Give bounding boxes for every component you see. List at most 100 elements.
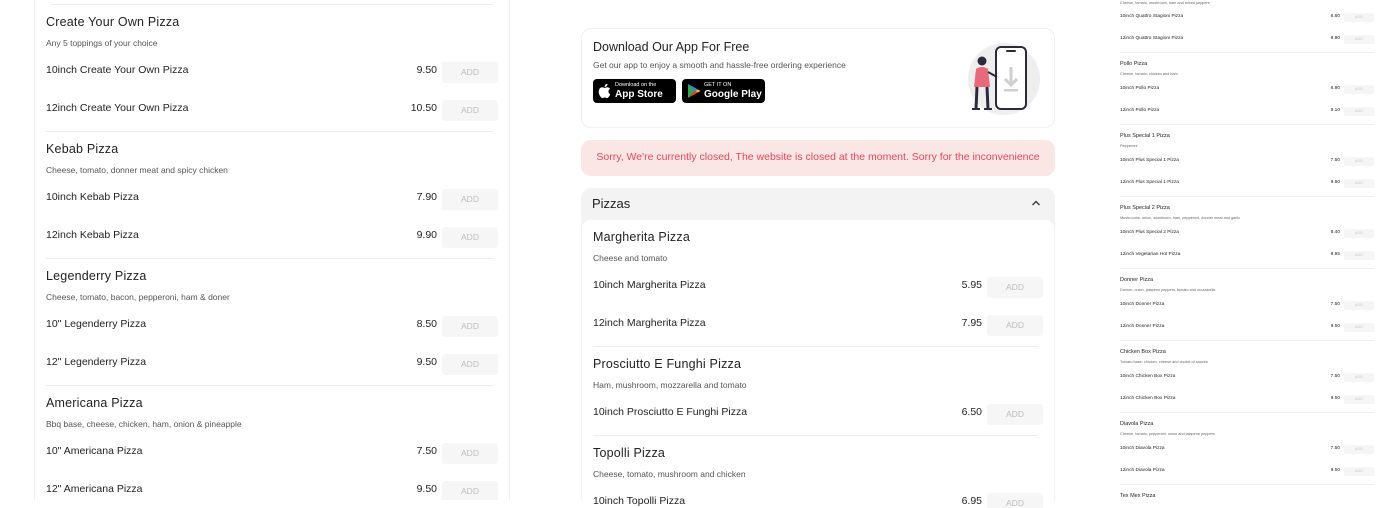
menu-section: Prosciutto E Funghi Pizza Ham, mushroom, …	[582, 357, 1054, 442]
item-price: 8.90	[1330, 36, 1340, 41]
phone-download-illustration	[968, 43, 1040, 115]
add-button[interactable]: ADD	[987, 315, 1043, 336]
add-button[interactable]: ADD	[1344, 373, 1374, 382]
add-button[interactable]: ADD	[442, 354, 498, 375]
item-name: 12inch Plus Special 1 Pizza	[1120, 180, 1179, 185]
add-button[interactable]: ADD	[1344, 13, 1374, 22]
add-button[interactable]: ADD	[1344, 467, 1374, 476]
add-button[interactable]: ADD	[1344, 445, 1374, 454]
section-title: Topolli Pizza	[593, 446, 666, 460]
divider	[1120, 412, 1374, 413]
add-button[interactable]: ADD	[1344, 395, 1374, 404]
item-name: 10inch Topolli Pizza	[593, 495, 686, 507]
divider	[1120, 52, 1374, 53]
menu-item-row: 12inch Create Your Own Pizza 10.50 ADD	[35, 100, 509, 121]
menu-item-row: 12" Americana Pizza 9.50 ADD	[35, 481, 509, 500]
item-price: 9.50	[1330, 396, 1340, 401]
add-button[interactable]: ADD	[1344, 179, 1374, 188]
google-play-label: Google Play	[704, 89, 762, 100]
add-button[interactable]: ADD	[1344, 251, 1374, 260]
add-button[interactable]: ADD	[442, 189, 498, 210]
item-name: 10inch Create Your Own Pizza	[46, 64, 189, 76]
item-price: 8.50	[416, 318, 437, 330]
google-play-icon	[688, 84, 701, 98]
section-description: Cheese, tomato, mushroom, ham and mixed …	[1120, 1, 1210, 5]
menu-item-row: 10inch Create Your Own Pizza 9.50 ADD	[35, 62, 509, 83]
item-price: 9.60	[1330, 180, 1340, 185]
section-title: Chicken Box Pizza	[1120, 349, 1166, 355]
item-name: 10inch Diavola Pizza	[1120, 446, 1165, 451]
category-header-pizzas[interactable]: Pizzas	[581, 188, 1055, 220]
app-promo-title: Download Our App For Free	[593, 40, 750, 54]
add-button[interactable]: ADD	[1344, 323, 1374, 332]
add-button[interactable]: ADD	[1344, 157, 1374, 166]
section-description: Cheese, tomato, pepperoni, onion and jal…	[1120, 432, 1215, 436]
add-button[interactable]: ADD	[442, 100, 498, 121]
left-menu-column: Create Your Own Pizza Any 5 toppings of y…	[34, 0, 510, 500]
item-price: 7.90	[416, 191, 437, 203]
section-title: Legenderry Pizza	[46, 269, 147, 283]
app-promo-subtitle: Get our app to enjoy a smooth and hassle…	[593, 60, 846, 70]
section-title: Diavola Pizza	[1120, 421, 1154, 427]
app-store-button[interactable]: Download on the App Store	[593, 79, 676, 103]
section-description: Cheese, tomato, bacon, pepperoni, ham & …	[46, 292, 230, 302]
menu-item-row: 12inch Kebab Pizza 9.90 ADD	[35, 227, 509, 248]
add-button[interactable]: ADD	[442, 481, 498, 500]
section-description: Ham, mushroom, mozzarella and tomato	[593, 380, 747, 390]
menu-item-row: 10inch Margherita Pizza 5.95 ADD	[582, 277, 1054, 298]
item-price: 6.50	[961, 406, 982, 418]
item-price: 8.95	[1330, 252, 1340, 257]
item-price: 6.95	[961, 495, 982, 507]
add-button[interactable]: ADD	[442, 316, 498, 337]
divider	[46, 258, 493, 259]
item-name: 10" Americana Pizza	[46, 445, 143, 457]
item-name: 12inch Donner Pizza	[1120, 324, 1165, 329]
google-play-button[interactable]: GET IT ON Google Play	[682, 79, 765, 103]
item-price: 9.50	[1330, 468, 1340, 473]
add-button[interactable]: ADD	[1344, 85, 1374, 94]
section-description: Tomato base, chicken, cheese and choice …	[1120, 360, 1208, 364]
item-name: 12inch Kebab Pizza	[46, 229, 139, 241]
add-button[interactable]: ADD	[1344, 229, 1374, 238]
add-button[interactable]: ADD	[1344, 107, 1374, 116]
item-name: 12inch Diavola Pizza	[1120, 468, 1165, 473]
divider	[1120, 196, 1374, 197]
add-button[interactable]: ADD	[987, 404, 1043, 425]
item-name: 12inch Quattro Stagioni Pizza	[1120, 36, 1184, 41]
add-button[interactable]: ADD	[442, 62, 498, 83]
section-title: Kebab Pizza	[46, 142, 119, 156]
add-button[interactable]: ADD	[1344, 35, 1374, 44]
menu-item-row: 12inch Margherita Pizza 7.95 ADD	[582, 315, 1054, 336]
item-price: 6.90	[1330, 86, 1340, 91]
item-name: 12inch Vegetarian Hot Pizza	[1120, 252, 1181, 257]
item-price: 7.50	[1330, 302, 1340, 307]
menu-section: Create Your Own Pizza Any 5 toppings of y…	[35, 15, 509, 135]
category-title: Pizzas	[592, 196, 631, 211]
divider	[46, 385, 493, 386]
add-button[interactable]: ADD	[1344, 301, 1374, 310]
menu-section: Topolli Pizza Cheese, tomato, mushroom an…	[582, 446, 1054, 508]
item-name: 10inch Donner Pizza	[1120, 302, 1165, 307]
item-name: 12" Legenderry Pizza	[46, 356, 147, 368]
section-description: Cheese, tomato, chicken and ham	[1120, 72, 1178, 76]
add-button[interactable]: ADD	[987, 493, 1043, 508]
section-title: Americana Pizza	[46, 396, 143, 410]
item-price: 7.50	[416, 445, 437, 457]
item-name: 10" Legenderry Pizza	[46, 318, 147, 330]
add-button[interactable]: ADD	[442, 443, 498, 464]
item-name: 10inch Pollo Pizza	[1120, 86, 1160, 91]
section-title: Pollo Pizza	[1120, 61, 1148, 67]
chevron-up-icon	[1031, 200, 1041, 206]
menu-item-row: 10inch Topolli Pizza 6.95 ADD	[582, 493, 1054, 508]
app-store-small-label: Download on the	[615, 82, 657, 88]
mini-menu-column: Cheese, tomato, mushroom, ham and mixed …	[1114, 0, 1380, 500]
menu-item-row: 10" Americana Pizza 7.50 ADD	[35, 443, 509, 464]
section-description: Cheese, tomato, donner meat and spicy ch…	[46, 165, 228, 175]
add-button[interactable]: ADD	[442, 227, 498, 248]
item-price: 7.95	[961, 317, 982, 329]
section-description: Pepperoni	[1120, 144, 1138, 148]
item-price: 5.95	[961, 279, 982, 291]
add-button[interactable]: ADD	[987, 277, 1043, 298]
menu-item-row: 12" Legenderry Pizza 9.50 ADD	[35, 354, 509, 375]
divider	[1120, 484, 1374, 485]
